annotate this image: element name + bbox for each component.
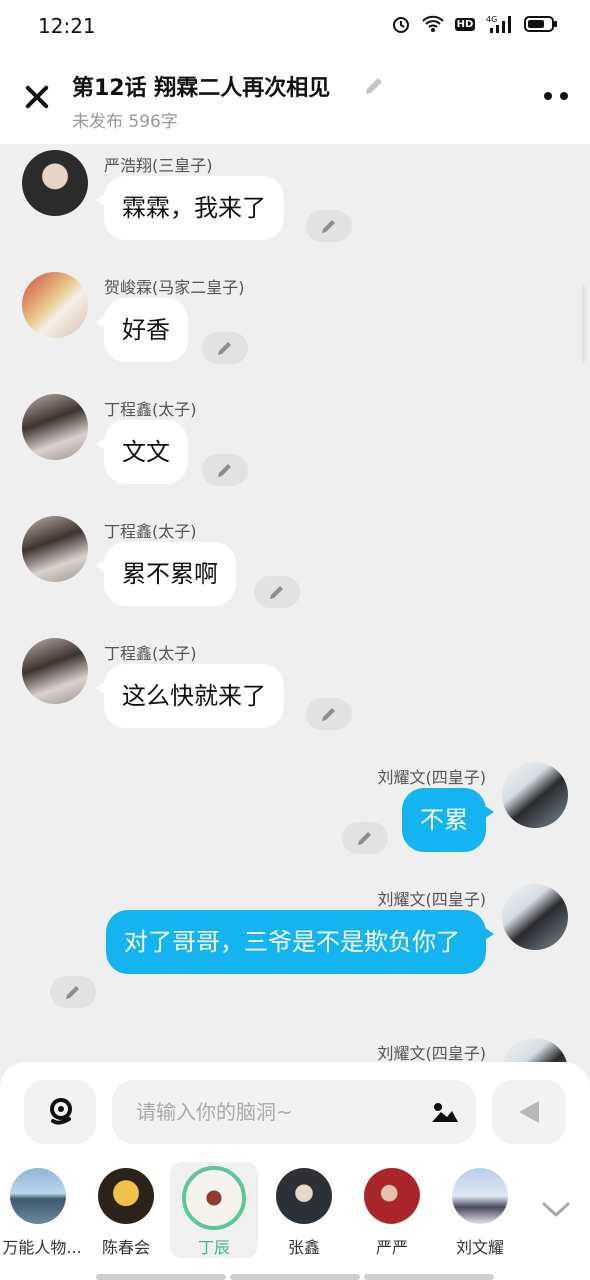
pencil-icon <box>218 464 231 477</box>
message-bubble[interactable]: 霖霖，我来了 <box>96 176 284 240</box>
alarm-icon <box>390 14 412 34</box>
image-icon[interactable] <box>430 1098 460 1126</box>
status-icons: HD 4G <box>390 14 557 34</box>
edit-title-icon[interactable] <box>362 74 386 98</box>
character-avatar <box>98 1168 154 1224</box>
message-bubble[interactable]: 不累 <box>402 788 494 852</box>
avatar[interactable] <box>22 272 88 338</box>
character-item[interactable]: 刘文耀 <box>436 1162 524 1258</box>
message-input-wrapper <box>112 1080 476 1144</box>
header: 第12话 翔霖二人再次相见 未发布 596字 <box>0 52 590 144</box>
avatar[interactable] <box>502 762 568 828</box>
battery-icon <box>524 16 557 32</box>
close-icon[interactable] <box>20 80 54 114</box>
avatar[interactable] <box>502 884 568 950</box>
episode-status: 未发布 596字 <box>72 112 178 132</box>
message-bubble[interactable]: 这么快就来了 <box>96 664 284 728</box>
edit-message-button[interactable] <box>202 454 248 486</box>
edit-message-button[interactable] <box>50 976 96 1008</box>
character-avatar <box>364 1168 420 1224</box>
svg-text:4G: 4G <box>486 15 497 24</box>
edit-message-button[interactable] <box>254 576 300 608</box>
edit-message-button[interactable] <box>306 698 352 730</box>
episode-title: 第12话 翔霖二人再次相见 <box>72 76 331 101</box>
avatar[interactable] <box>502 1038 568 1064</box>
sender-name: 丁程鑫(太子) <box>104 522 197 541</box>
character-name: 刘文耀 <box>455 1238 504 1257</box>
sender-name: 丁程鑫(太子) <box>104 400 197 419</box>
hd-icon: HD <box>454 14 476 34</box>
message-bubble[interactable]: 好香 <box>96 298 188 362</box>
sender-name: 严浩翔(三皇子) <box>104 156 213 175</box>
pencil-icon <box>322 220 335 233</box>
composer-panel: 万能人物... 陈春会 丁辰 张鑫 严严 刘文耀 <box>0 1062 590 1280</box>
message-bubble[interactable]: 累不累啊 <box>96 542 236 606</box>
avatar[interactable] <box>22 516 88 582</box>
voice-button[interactable] <box>24 1080 96 1144</box>
character-item-selected[interactable]: 丁辰 <box>170 1162 258 1258</box>
chat-area[interactable]: 严浩翔(三皇子) 霖霖，我来了 贺峻霖(马家二皇子) 好香 丁程鑫(太子) 文文… <box>0 144 590 1064</box>
avatar[interactable] <box>22 150 88 216</box>
more-options-button[interactable] <box>544 92 568 100</box>
character-selector: 万能人物... 陈春会 丁辰 张鑫 严严 刘文耀 <box>0 1158 590 1262</box>
avatar[interactable] <box>22 638 88 704</box>
edit-message-button[interactable] <box>202 332 248 364</box>
edit-message-button[interactable] <box>306 210 352 242</box>
status-bar: 12:21 HD 4G <box>0 0 590 52</box>
character-avatar <box>182 1166 246 1230</box>
message-bubble[interactable]: 文文 <box>96 420 188 484</box>
home-indicator <box>96 1274 494 1280</box>
scrollbar[interactable] <box>582 284 586 364</box>
voice-icon <box>50 1098 72 1125</box>
sender-name: 刘耀文(四皇子) <box>377 1044 487 1063</box>
pencil-icon <box>358 832 371 845</box>
message-input[interactable] <box>136 1080 426 1144</box>
character-item[interactable]: 张鑫 <box>260 1162 348 1258</box>
edit-message-button[interactable] <box>342 822 388 854</box>
status-time: 12:21 <box>38 14 96 38</box>
character-item[interactable]: 陈春会 <box>82 1162 170 1258</box>
avatar[interactable] <box>22 394 88 460</box>
sender-name: 刘耀文(四皇子) <box>377 890 487 909</box>
character-avatar <box>276 1168 332 1224</box>
send-button[interactable] <box>492 1080 566 1144</box>
message-bubble[interactable]: 对了哥哥，三爷是不是欺负你了 <box>106 910 494 974</box>
hd-label: HD <box>454 17 476 31</box>
character-avatar <box>452 1168 508 1224</box>
sender-name: 贺峻霖(马家二皇子) <box>104 278 245 297</box>
signal-icon: 4G <box>486 14 514 34</box>
send-icon <box>519 1101 539 1123</box>
pencil-icon <box>66 986 79 999</box>
sender-name: 丁程鑫(太子) <box>104 644 197 663</box>
character-avatar <box>10 1168 66 1224</box>
chevron-down-icon[interactable] <box>540 1200 572 1220</box>
wifi-icon <box>422 14 444 34</box>
pencil-icon <box>322 708 335 721</box>
character-item[interactable]: 严严 <box>348 1162 436 1258</box>
pencil-icon <box>218 342 231 355</box>
sender-name: 刘耀文(四皇子) <box>377 768 487 787</box>
pencil-icon <box>270 586 283 599</box>
